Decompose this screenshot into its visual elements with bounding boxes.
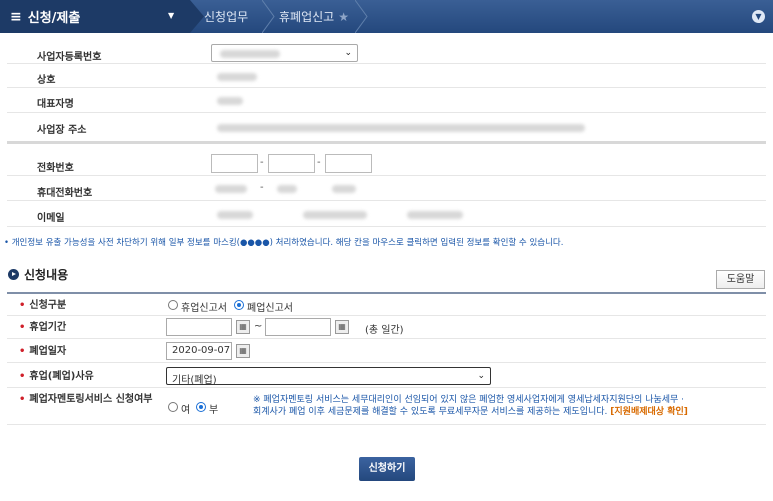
biz-no-row: 사업자등록번호 ⌄ [7, 42, 766, 64]
reason-row: • 휴업(폐업)사유 기타(폐업) ⌄ [7, 364, 766, 388]
mobile-label: 휴대전화번호 [37, 188, 93, 199]
chevron-down-icon: ⌄ [344, 48, 352, 58]
phone-row: 전화번호 - - [7, 152, 766, 176]
mentor-radio-no[interactable] [196, 402, 206, 412]
chevron-down-icon: ⌄ [477, 371, 485, 381]
phone-part3-input[interactable] [325, 154, 372, 173]
mobile-row: 휴대전화번호 - [7, 177, 766, 201]
phone-part1-input[interactable] [211, 154, 258, 173]
mentor-description: ※ 폐업자멘토링 서비스는 세무대리인이 선임되어 있지 않은 폐업한 영세사업… [253, 395, 688, 417]
company-label: 상호 [37, 75, 56, 86]
phone-label: 전화번호 [37, 163, 74, 174]
ceo-label: 대표자명 [37, 99, 74, 110]
exclusion-check-link[interactable]: [지원배제대상 확인] [610, 407, 688, 417]
address-row: 사업장 주소 [7, 114, 766, 144]
breadcrumb-item-apply[interactable]: 신청업무 [204, 0, 248, 33]
period-row: • 휴업기간 ▦ ~ ▦ (총 일간) [7, 316, 766, 339]
reason-select[interactable]: 기타(폐업) ⌄ [166, 367, 491, 386]
dropdown-triangle-icon: ▼ [168, 11, 175, 20]
biz-no-select[interactable]: ⌄ [211, 44, 358, 62]
close-date-row: • 폐업일자 2020-09-07 ▦ [7, 340, 766, 363]
submit-button[interactable]: 신청하기 [359, 457, 415, 481]
calendar-icon[interactable]: ▦ [335, 320, 349, 334]
type-radio-suspend[interactable] [168, 300, 178, 310]
menu-title[interactable]: ≡ 신청/제출 ▼ [0, 0, 190, 33]
breadcrumb-separator-icon [262, 0, 275, 33]
mentor-row: • 폐업자멘토링서비스 신청여부 여 부 ※ 폐업자멘토링 서비스는 세무대리인이… [7, 389, 766, 425]
star-icon[interactable]: ★ [338, 10, 349, 24]
section-bullet-icon [8, 269, 19, 280]
mentor-radio-yes[interactable] [168, 402, 178, 412]
menu-title-text: 신청/제출 [27, 11, 81, 26]
biz-no-label: 사업자등록번호 [37, 52, 102, 63]
privacy-notice: • 개인정보 유출 가능성을 사전 차단하기 위해 일부 정보를 마스킹(●●●… [4, 238, 564, 248]
email-label: 이메일 [37, 213, 65, 224]
top-bar: ≡ 신청/제출 ▼ 신청업무 휴폐업신고 ★ ▼ [0, 0, 773, 33]
section-title: 신청내용 [8, 266, 68, 283]
email-row: 이메일 [7, 202, 766, 227]
calendar-icon[interactable]: ▦ [236, 320, 250, 334]
hamburger-icon: ≡ [10, 8, 22, 25]
company-row: 상호 [7, 65, 766, 88]
breadcrumb-separator-icon [190, 0, 204, 33]
close-date-input[interactable]: 2020-09-07 [166, 342, 232, 360]
type-row: • 신청구분 휴업신고서 폐업신고서 [7, 292, 766, 316]
breadcrumb-item-closure[interactable]: 휴폐업신고 ★ [279, 0, 349, 33]
ceo-row: 대표자명 [7, 89, 766, 113]
phone-part2-input[interactable] [268, 154, 315, 173]
help-button[interactable]: 도움말 [716, 270, 765, 289]
calendar-icon[interactable]: ▦ [236, 344, 250, 358]
type-radio-close[interactable] [234, 300, 244, 310]
period-end-input[interactable] [265, 318, 331, 336]
address-label: 사업장 주소 [37, 125, 87, 136]
collapse-icon[interactable]: ▼ [752, 10, 765, 23]
period-start-input[interactable] [166, 318, 232, 336]
breadcrumb-separator-icon [355, 0, 368, 33]
